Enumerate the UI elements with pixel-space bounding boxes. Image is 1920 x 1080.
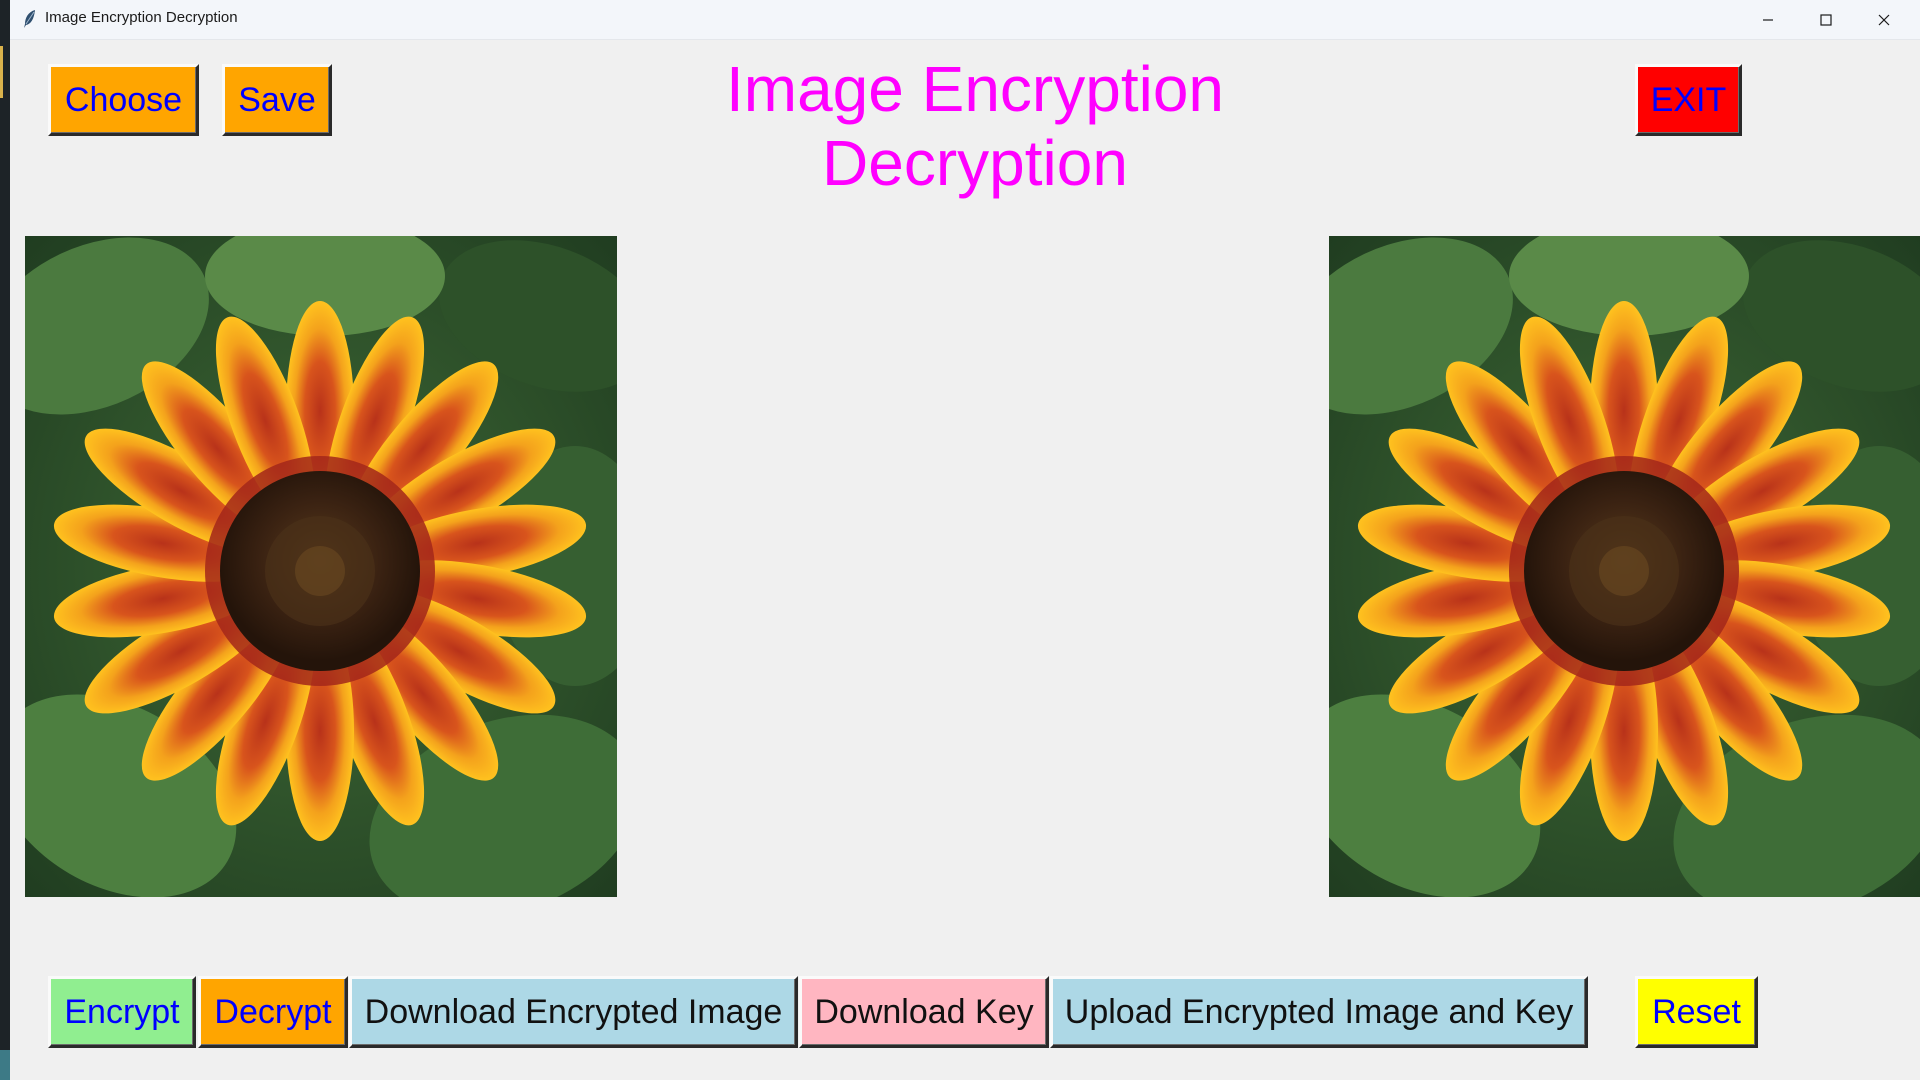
reset-button[interactable]: Reset bbox=[1635, 976, 1758, 1048]
original-image bbox=[25, 236, 617, 897]
exit-button[interactable]: EXIT bbox=[1635, 64, 1742, 136]
minimize-button[interactable] bbox=[1740, 0, 1796, 39]
page-title-line2: Decryption bbox=[822, 127, 1128, 199]
page-title-line1: Image Encryption bbox=[725, 53, 1225, 125]
title-bar[interactable]: Image Encryption Decryption bbox=[10, 0, 1920, 40]
desktop-edge-accent bbox=[0, 46, 3, 98]
feather-icon bbox=[22, 9, 38, 29]
window-title: Image Encryption Decryption bbox=[45, 9, 238, 26]
download-encrypted-image-button[interactable]: Download Encrypted Image bbox=[349, 976, 798, 1048]
sunflower-image-left bbox=[25, 236, 617, 897]
maximize-button[interactable] bbox=[1798, 0, 1854, 39]
maximize-icon bbox=[1820, 13, 1832, 26]
page-title: Image Encryption Decryption bbox=[570, 52, 1380, 200]
result-image bbox=[1329, 236, 1920, 897]
save-button[interactable]: Save bbox=[222, 64, 332, 136]
minimize-icon bbox=[1763, 18, 1773, 21]
download-key-button[interactable]: Download Key bbox=[799, 976, 1049, 1048]
encrypt-button[interactable]: Encrypt bbox=[48, 976, 196, 1048]
desktop-edge bbox=[0, 0, 10, 1080]
choose-button[interactable]: Choose bbox=[48, 64, 199, 136]
close-button[interactable] bbox=[1856, 0, 1912, 39]
close-icon bbox=[1878, 14, 1890, 25]
sunflower-image-right bbox=[1329, 236, 1920, 897]
desktop-edge-accent-bottom bbox=[0, 1050, 10, 1080]
upload-encrypted-image-and-key-button[interactable]: Upload Encrypted Image and Key bbox=[1050, 976, 1588, 1048]
decrypt-button[interactable]: Decrypt bbox=[198, 976, 348, 1048]
app-window: Image Encryption Decryption Choose Save … bbox=[10, 0, 1920, 1080]
